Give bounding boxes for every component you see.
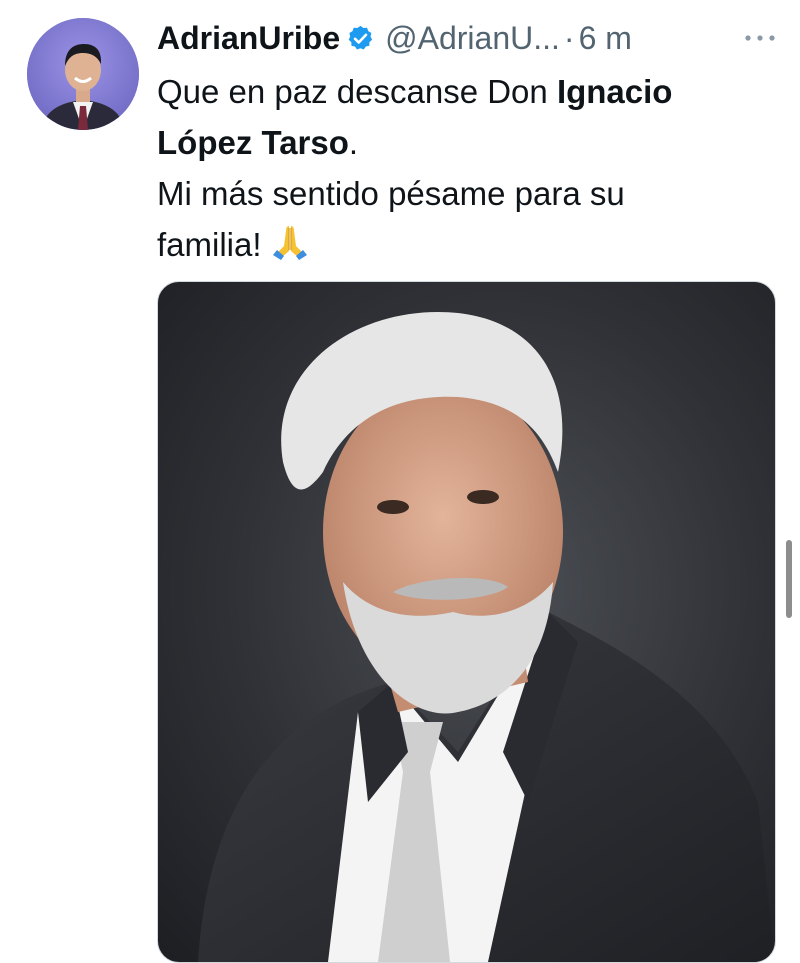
scrollbar-thumb[interactable] xyxy=(786,540,792,618)
tweet-text-line-4: familia! xyxy=(157,219,767,270)
tweet[interactable]: AdrianUribe @AdrianU... · 6 m Que en paz… xyxy=(0,0,800,963)
text-bold-segment: López Tarso xyxy=(157,124,349,161)
tweet-text-line-1: Que en paz descanse Don Ignacio xyxy=(157,66,767,117)
tweet-header: AdrianUribe @AdrianU... · 6 m xyxy=(157,14,777,62)
avatar[interactable] xyxy=(27,18,139,130)
display-name[interactable]: AdrianUribe xyxy=(157,20,340,57)
text-segment: familia! xyxy=(157,226,262,263)
portrait-image xyxy=(198,312,775,962)
text-segment: Que en paz descanse Don xyxy=(157,73,557,110)
tweet-text: Que en paz descanse Don Ignacio López Ta… xyxy=(157,66,767,270)
text-bold-segment: Ignacio xyxy=(556,73,673,110)
handle[interactable]: @AdrianU... xyxy=(385,20,560,57)
verified-badge-icon xyxy=(346,24,375,53)
tweet-text-line-2: López Tarso. xyxy=(157,117,767,168)
timestamp[interactable]: 6 m xyxy=(579,20,632,57)
tweet-text-line-3: Mi más sentido pésame para su xyxy=(157,175,625,212)
text-segment: . xyxy=(348,124,359,161)
avatar-image xyxy=(27,18,139,130)
tweet-photo[interactable] xyxy=(157,281,776,963)
more-icon[interactable] xyxy=(743,14,777,62)
separator-dot: · xyxy=(563,19,575,56)
folded-hands-icon xyxy=(268,222,312,262)
